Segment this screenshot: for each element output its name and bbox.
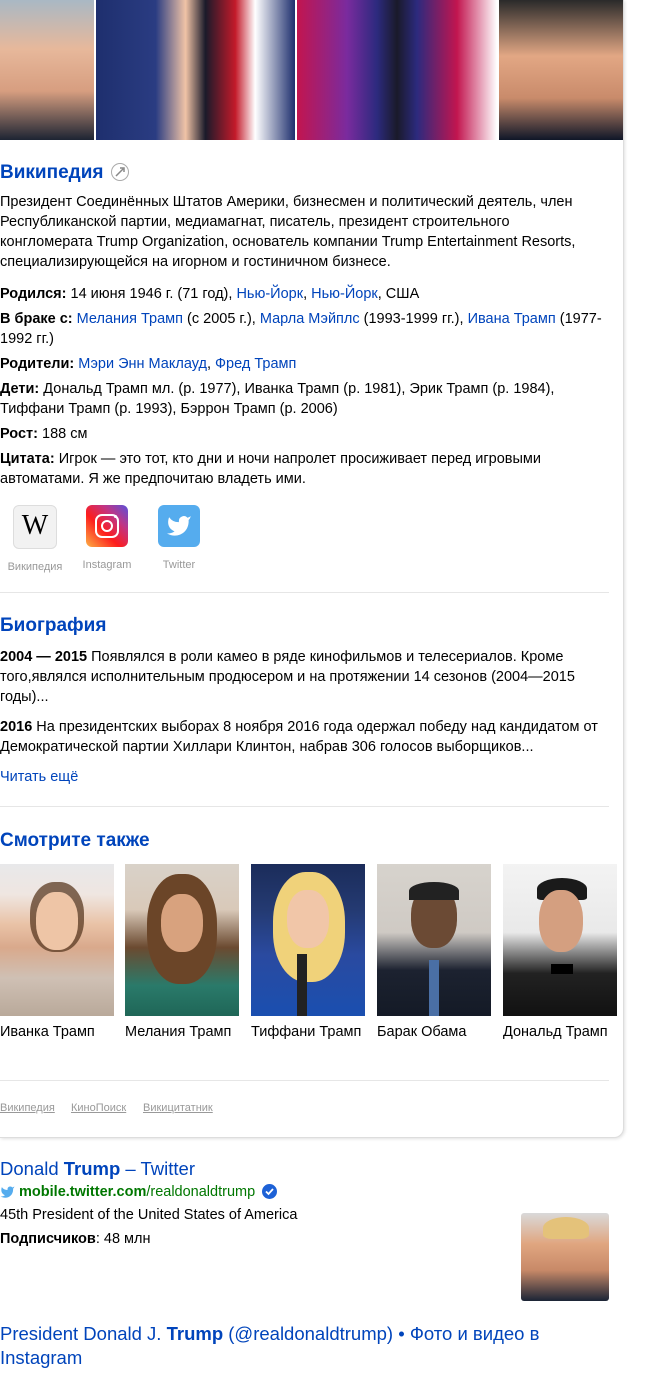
spouse-link[interactable]: Марла Мэйплс: [260, 311, 360, 327]
person-photo[interactable]: [251, 864, 365, 1016]
divider: [0, 806, 609, 807]
related-person[interactable]: Тиффани Трамп: [251, 864, 365, 1040]
followers-count: Подписчиков: 48 млн: [0, 1231, 151, 1247]
result-url[interactable]: mobile.twitter.com/realdonaldtrump: [0, 1184, 278, 1202]
person-photo[interactable]: [503, 864, 617, 1016]
related-person[interactable]: Дональд Трамп: [503, 864, 617, 1040]
social-wikipedia-button[interactable]: W Википедия: [5, 505, 65, 573]
related-person[interactable]: Иванка Трамп: [0, 864, 114, 1040]
fact-married: В браке с: Мелания Трамп (с 2005 г.), Ма…: [0, 311, 602, 347]
divider: [0, 592, 609, 593]
source-link[interactable]: КиноПоиск: [71, 1102, 126, 1114]
wiki-title[interactable]: Википедия: [0, 162, 129, 184]
person-photo[interactable]: [0, 864, 114, 1016]
birthplace-link[interactable]: Нью-Йорк: [236, 286, 303, 302]
result-title-link[interactable]: President Donald J. Trump (@realdonaldtr…: [0, 1322, 620, 1370]
gallery-image[interactable]: [297, 0, 497, 140]
bio-item: 2004 — 2015 Появлялся в роли камео в ряд…: [0, 649, 575, 705]
spouse-link[interactable]: Ивана Трамп: [468, 311, 556, 327]
gallery-image[interactable]: [499, 0, 623, 140]
bio-item: 2016 На президентских выборах 8 ноября 2…: [0, 719, 598, 755]
bio-title[interactable]: Биография: [0, 615, 106, 637]
wiki-description: Президент Соединённых Штатов Америки, би…: [0, 194, 576, 270]
person-photo[interactable]: [377, 864, 491, 1016]
verified-icon: [262, 1184, 278, 1199]
parent-link[interactable]: Мэри Энн Маклауд: [78, 356, 207, 372]
fact-quote: Цитата: Игрок — это тот, кто дни и ночи …: [0, 451, 542, 487]
gallery-image[interactable]: [0, 0, 94, 140]
parent-link[interactable]: Фред Трамп: [215, 356, 296, 372]
rocket-icon[interactable]: [110, 163, 129, 181]
fact-born: Родился: 14 июня 1946 г. (71 год), Нью-Й…: [0, 286, 420, 302]
knowledge-card: Википедия Президент Соединённых Штатов А…: [0, 0, 624, 1138]
source-link[interactable]: Викицитатник: [143, 1102, 213, 1114]
related-person[interactable]: Барак Обама: [377, 864, 491, 1040]
gallery-image[interactable]: [96, 0, 295, 140]
fact-parents: Родители: Мэри Энн Маклауд, Фред Трамп: [0, 356, 297, 372]
divider: [0, 1080, 609, 1081]
result-thumbnail[interactable]: [521, 1213, 609, 1301]
spouse-link[interactable]: Мелания Трамп: [77, 311, 183, 327]
twitter-small-icon: [0, 1185, 15, 1202]
birthplace-link[interactable]: Нью-Йорк: [311, 286, 378, 302]
instagram-icon: [86, 505, 128, 547]
result-snippet: 45th President of the United States of A…: [0, 1207, 298, 1223]
social-instagram-button[interactable]: Instagram: [77, 505, 137, 571]
source-link[interactable]: Википедия: [0, 1102, 55, 1114]
related-person[interactable]: Мелания Трамп: [125, 864, 239, 1040]
result-title-link[interactable]: Donald Trump – Twitter: [0, 1157, 620, 1181]
read-more-link[interactable]: Читать ещё: [0, 767, 78, 787]
fact-children: Дети: Дональд Трамп мл. (р. 1977), Иванк…: [0, 381, 555, 417]
social-twitter-button[interactable]: Twitter: [149, 505, 209, 571]
person-photo[interactable]: [125, 864, 239, 1016]
fact-height: Рост: 188 см: [0, 426, 88, 442]
see-also-title[interactable]: Смотрите также: [0, 830, 150, 852]
wikipedia-icon: W: [13, 505, 57, 549]
twitter-icon: [158, 505, 200, 547]
image-gallery[interactable]: [0, 0, 623, 140]
